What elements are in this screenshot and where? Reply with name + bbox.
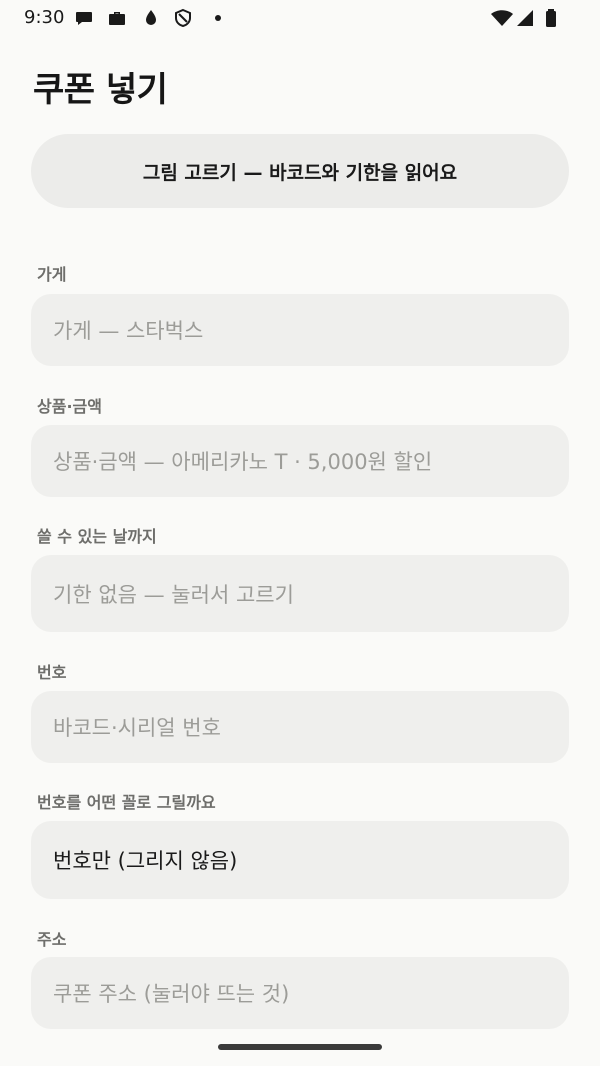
draw-mode-select[interactable]: 번호만 (그리지 않음)	[31, 821, 569, 899]
address-label: 주소	[37, 930, 67, 949]
status-time: 9:30	[24, 7, 65, 28]
product-label: 상품·금액	[37, 397, 102, 416]
store-field[interactable]: 가게 — 스타벅스	[31, 294, 569, 366]
address-field[interactable]: 쿠폰 주소 (눌러야 뜨는 것)	[31, 957, 569, 1029]
drop-icon	[141, 8, 161, 28]
number-field[interactable]: 바코드·시리얼 번호	[31, 691, 569, 763]
status-bar: 9:30	[0, 0, 600, 36]
pick-image-button[interactable]: 그림 고르기 — 바코드와 기한을 읽어요	[31, 134, 569, 208]
number-label: 번호	[37, 663, 67, 682]
shield-icon	[173, 8, 193, 28]
dot-icon	[208, 8, 228, 28]
home-indicator[interactable]	[218, 1044, 382, 1050]
wifi-icon	[490, 8, 514, 28]
product-field[interactable]: 상품·금액 — 아메리카노 T · 5,000원 할인	[31, 425, 569, 497]
expiry-picker[interactable]: 기한 없음 — 눌러서 고르기	[31, 555, 569, 632]
chat-icon	[74, 8, 94, 28]
page-title: 쿠폰 넣기	[33, 70, 168, 110]
signal-icon	[515, 8, 535, 28]
store-label: 가게	[37, 265, 67, 284]
expiry-label: 쓸 수 있는 날까지	[37, 527, 157, 546]
battery-icon	[541, 8, 561, 28]
draw-mode-label: 번호를 어떤 꼴로 그릴까요	[37, 793, 216, 812]
briefcase-icon	[107, 8, 127, 28]
